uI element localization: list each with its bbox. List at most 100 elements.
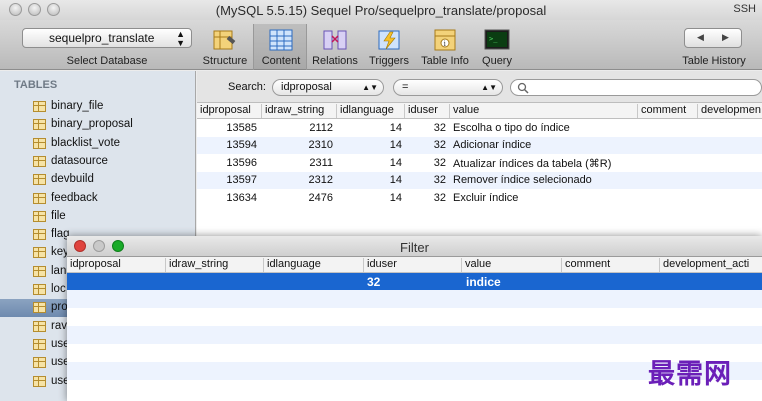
table-cell-idraw-string[interactable]: 2476 [261, 192, 333, 204]
table-icon [33, 155, 46, 167]
table-cell-idraw-string[interactable]: 2311 [261, 157, 333, 169]
sidebar-item-label: feedback [51, 191, 98, 204]
select-database-label: Select Database [66, 55, 148, 67]
filter-empty-row[interactable] [67, 308, 762, 326]
toolbar: sequelpro_translate ▲ ▼ Select Database S… [0, 20, 762, 70]
table-icon [33, 229, 46, 241]
relations-icon [323, 30, 347, 50]
sidebar-table-item[interactable]: feedback [0, 190, 196, 208]
triggers-icon [378, 30, 400, 50]
table-icon [33, 247, 46, 259]
table-cell-idlanguage[interactable]: 14 [336, 122, 402, 134]
table-cell-value[interactable]: Excluir índice [453, 192, 638, 204]
column-header[interactable]: idproposal [197, 104, 261, 118]
table-cell-iduser[interactable]: 32 [404, 139, 446, 151]
table-row[interactable]: 13597 2312 14 32 Remover índice selecionado [197, 172, 762, 190]
content-button[interactable]: Content [253, 24, 307, 70]
table-icon [33, 338, 46, 350]
relations-button[interactable]: Relations [308, 24, 362, 70]
table-cell-iduser[interactable]: 32 [404, 192, 446, 204]
sidebar-table-item[interactable]: datasource [0, 153, 196, 171]
table-cell-idproposal[interactable]: 13585 [197, 122, 257, 134]
table-cell-value[interactable]: Adicionar índice [453, 139, 638, 151]
filter-grid-header: idproposal idraw_string idlanguage iduse… [67, 257, 762, 273]
filter-value-cell[interactable]: indice [466, 275, 501, 289]
filter-column-header[interactable]: iduser [363, 258, 461, 272]
table-cell-idlanguage[interactable]: 14 [336, 139, 402, 151]
table-icon [33, 265, 46, 277]
table-cell-idproposal[interactable]: 13634 [197, 192, 257, 204]
table-cell-idproposal[interactable]: 13597 [197, 174, 257, 186]
column-header[interactable]: comment [637, 104, 697, 118]
table-cell-value[interactable]: Escolha o tipo do índice [453, 122, 638, 134]
table-icon [33, 119, 46, 131]
filter-column-header[interactable]: value [461, 258, 561, 272]
structure-label: Structure [202, 55, 248, 67]
table-cell-iduser[interactable]: 32 [404, 174, 446, 186]
structure-icon [213, 30, 236, 50]
sidebar-table-item[interactable]: devbuild [0, 171, 196, 189]
watermark-logo: 最需网 [648, 359, 732, 390]
table-icon [33, 375, 46, 387]
column-header[interactable]: idlanguage [336, 104, 404, 118]
column-header[interactable]: value [449, 104, 637, 118]
search-label: Search: [228, 81, 266, 93]
table-icon [33, 192, 46, 204]
filter-window-title: Filter [400, 240, 429, 255]
table-cell-idraw-string[interactable]: 2112 [261, 122, 333, 134]
filter-selected-row[interactable]: 32 indice [67, 273, 762, 290]
table-history-stepper[interactable]: ◀ ▶ [684, 28, 742, 48]
filter-empty-row[interactable] [67, 290, 762, 308]
table-info-label: Table Info [421, 55, 469, 67]
history-forward-icon[interactable]: ▶ [722, 32, 729, 43]
filter-column-header[interactable]: development_acti [659, 258, 762, 272]
column-header[interactable]: idraw_string [261, 104, 336, 118]
triggers-button[interactable]: Triggers [362, 24, 416, 70]
table-cell-iduser[interactable]: 32 [404, 157, 446, 169]
column-header[interactable]: developmen [697, 104, 762, 118]
filter-field-select[interactable]: idproposal ▲▼ [272, 79, 384, 96]
filter-empty-row[interactable] [67, 326, 762, 344]
table-history-label: Table History [682, 55, 746, 67]
filter-column-header[interactable]: idraw_string [165, 258, 263, 272]
table-row[interactable]: 13585 2112 14 32 Escolha o tipo do índice [197, 120, 762, 137]
filter-operator-value: = [402, 81, 409, 93]
filter-window-title-bar: Filter [67, 236, 762, 257]
filter-field-value: idproposal [281, 81, 332, 93]
structure-button[interactable]: Structure [198, 24, 252, 70]
table-row[interactable]: 13634 2476 14 32 Excluir índice [197, 190, 762, 207]
table-cell-idraw-string[interactable]: 2312 [261, 174, 333, 186]
sidebar-table-item[interactable]: file [0, 208, 196, 226]
query-button[interactable]: >_ Query [470, 24, 524, 70]
table-info-button[interactable]: i Table Info [418, 24, 472, 70]
sidebar-table-item[interactable]: binary_file [0, 98, 196, 116]
database-select[interactable]: sequelpro_translate ▲ ▼ [22, 28, 192, 48]
filter-column-header[interactable]: comment [561, 258, 659, 272]
sidebar-item-label: binary_proposal [51, 118, 133, 131]
filter-value-input[interactable] [510, 79, 762, 96]
sidebar-item-label: file [51, 209, 66, 222]
table-row[interactable]: 13596 2311 14 32 Atualizar índices da tabela… [197, 155, 762, 172]
table-cell-value[interactable]: Atualizar índices da tabela (⌘R) [453, 157, 638, 170]
table-cell-idlanguage[interactable]: 14 [336, 157, 402, 169]
table-cell-idproposal[interactable]: 13596 [197, 157, 257, 169]
table-info-icon: i [434, 29, 456, 51]
table-cell-idlanguage[interactable]: 14 [336, 174, 402, 186]
sidebar-table-item[interactable]: blacklist_vote [0, 135, 196, 153]
history-back-icon[interactable]: ◀ [697, 32, 704, 43]
filter-column-header[interactable]: idlanguage [263, 258, 363, 272]
table-cell-idraw-string[interactable]: 2310 [261, 139, 333, 151]
table-cell-idproposal[interactable]: 13594 [197, 139, 257, 151]
filter-iduser-cell[interactable]: 32 [367, 275, 380, 289]
column-header[interactable]: iduser [404, 104, 449, 118]
filter-column-header[interactable]: idproposal [67, 258, 165, 272]
table-row[interactable]: 13594 2310 14 32 Adicionar índice [197, 137, 762, 155]
table-cell-iduser[interactable]: 32 [404, 122, 446, 134]
sidebar-item-label: datasource [51, 154, 108, 167]
filter-operator-select[interactable]: = ▲▼ [393, 79, 503, 96]
table-icon [33, 137, 46, 149]
filter-bar: Search: idproposal ▲▼ = ▲▼ [197, 71, 762, 103]
sidebar-table-item[interactable]: binary_proposal [0, 116, 196, 134]
table-cell-idlanguage[interactable]: 14 [336, 192, 402, 204]
table-cell-value[interactable]: Remover índice selecionado [453, 174, 638, 186]
